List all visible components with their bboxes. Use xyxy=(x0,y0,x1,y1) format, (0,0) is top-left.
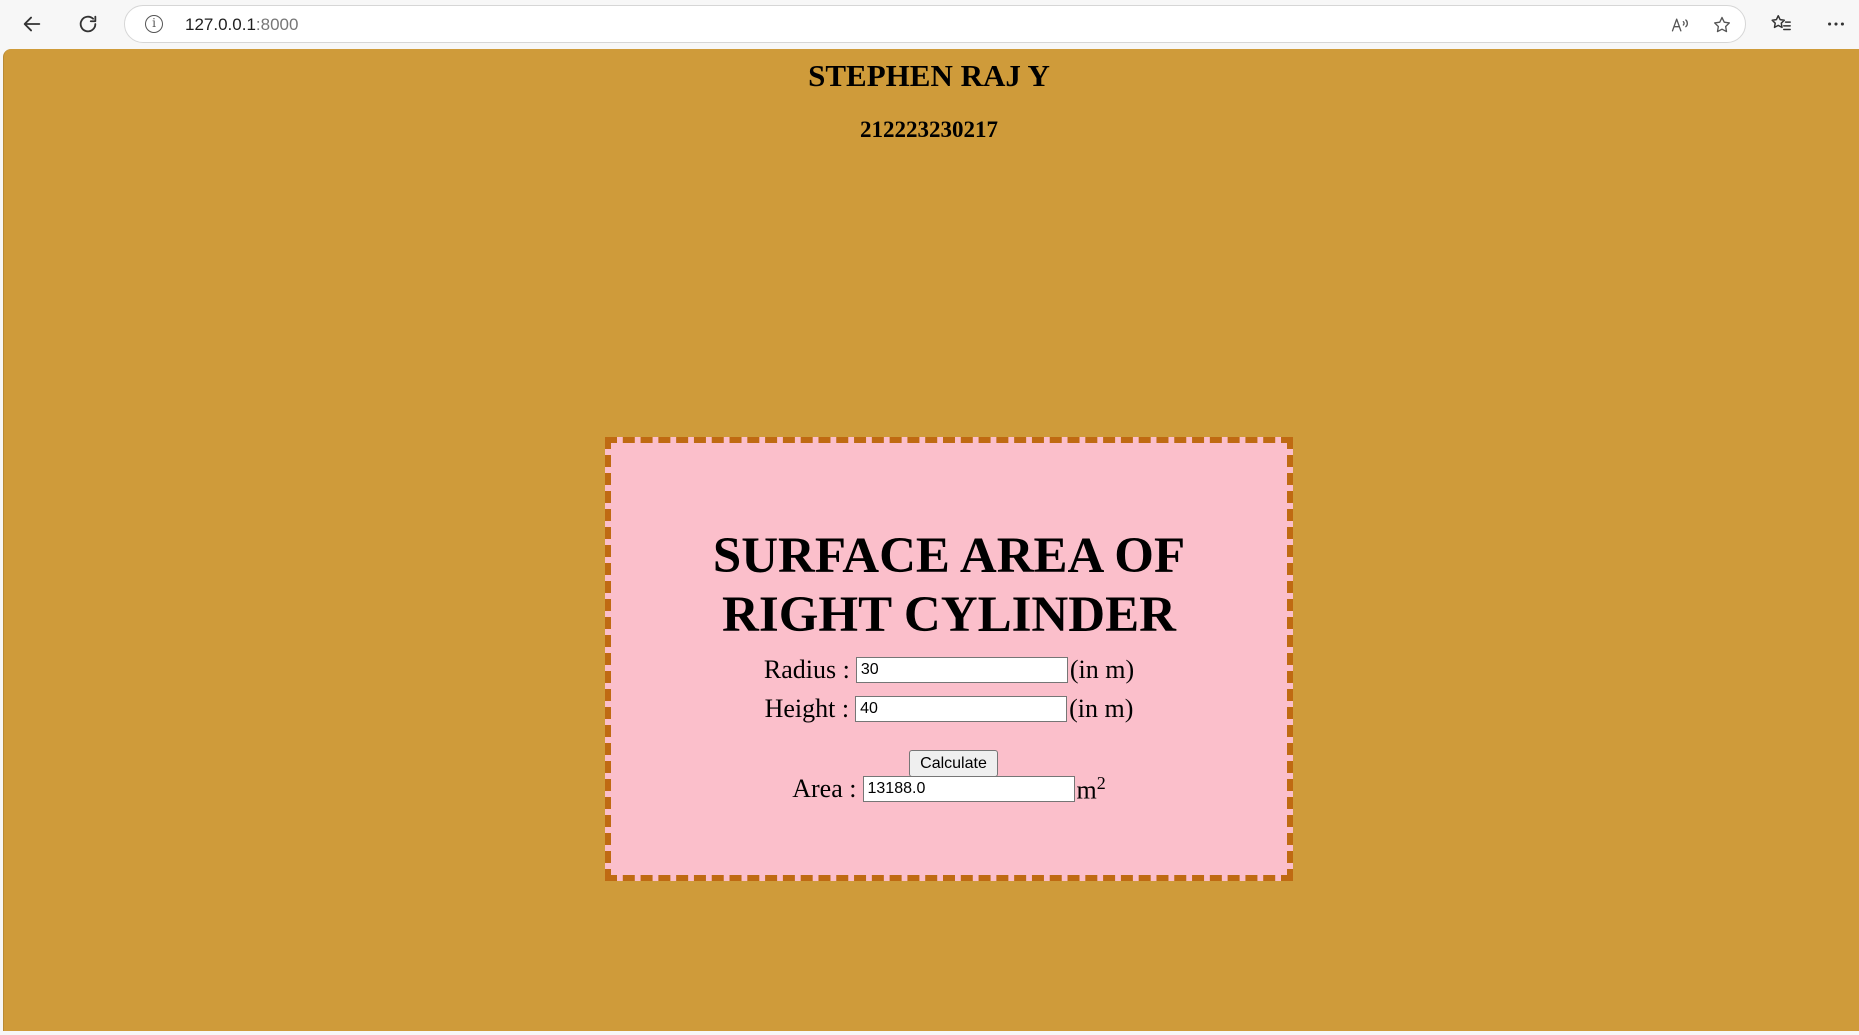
radius-input[interactable] xyxy=(855,657,1068,683)
browser-toolbar: i 127.0.0.1:8000 xyxy=(0,0,1859,48)
title-line-2: RIGHT CYLINDER xyxy=(722,587,1176,643)
radius-row: Radius : (in m) xyxy=(611,655,1287,685)
student-name: STEPHEN RAJ Y xyxy=(808,58,1050,93)
area-unit-exponent: 2 xyxy=(1096,773,1106,793)
area-row: Area : m2 xyxy=(611,773,1287,806)
page-viewport: STEPHEN RAJ Y 212223230217 SURFACE AREA … xyxy=(3,49,1859,1031)
page-title: SURFACE AREA OF RIGHT CYLINDER xyxy=(611,527,1287,645)
reload-icon[interactable] xyxy=(70,6,106,42)
title-line-1: SURFACE AREA OF xyxy=(712,528,1186,584)
calculator-card: SURFACE AREA OF RIGHT CYLINDER Radius : … xyxy=(605,437,1293,881)
favorites-icon[interactable] xyxy=(1763,6,1799,42)
area-output[interactable] xyxy=(862,776,1075,803)
height-unit: (in m) xyxy=(1069,694,1134,723)
height-row: Height : (in m) xyxy=(611,694,1287,724)
radius-unit: (in m) xyxy=(1069,655,1135,684)
student-id: 212223230217 xyxy=(860,117,998,142)
info-icon[interactable]: i xyxy=(145,15,163,33)
height-label: Height : xyxy=(764,694,850,723)
area-label: Area : xyxy=(792,774,857,804)
star-icon[interactable] xyxy=(1709,12,1735,38)
address-bar[interactable]: i 127.0.0.1:8000 xyxy=(124,5,1746,43)
height-input[interactable] xyxy=(855,696,1068,722)
back-arrow-icon[interactable] xyxy=(14,6,50,42)
url-text[interactable]: 127.0.0.1:8000 xyxy=(185,15,298,35)
read-aloud-icon[interactable] xyxy=(1667,12,1693,38)
radius-label: Radius : xyxy=(763,655,850,684)
area-unit: m2 xyxy=(1076,773,1106,805)
more-icon[interactable] xyxy=(1818,6,1854,42)
